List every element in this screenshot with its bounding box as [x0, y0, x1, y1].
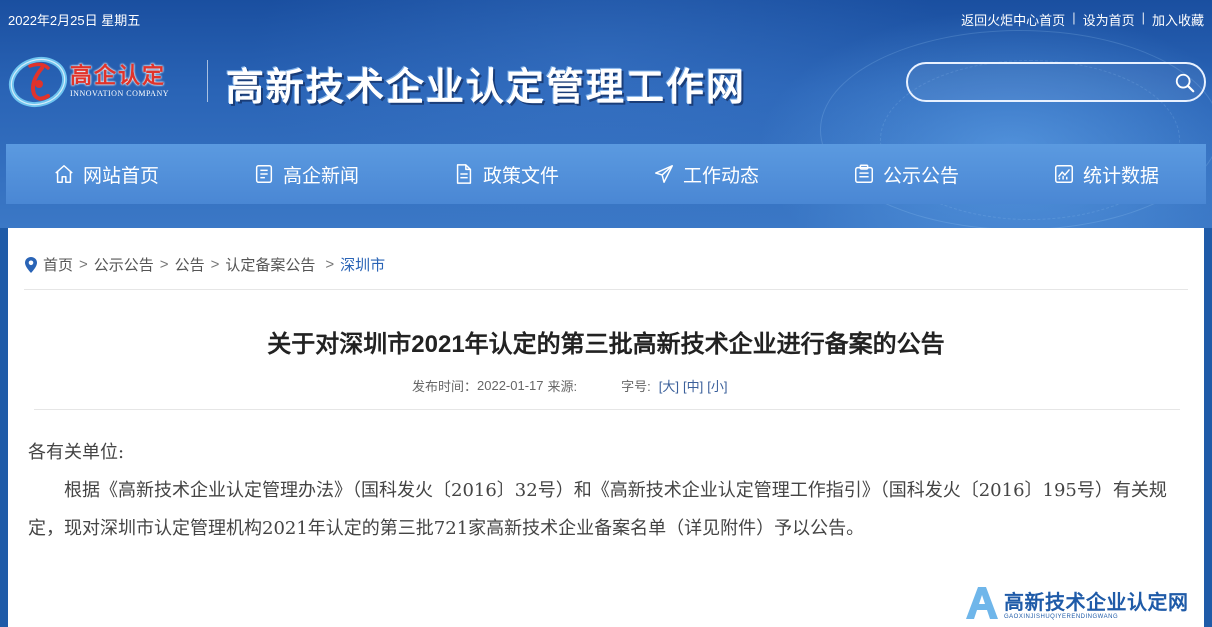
return-torch-center-link[interactable]: 返回火炬中心首页 [961, 10, 1065, 29]
nav-item-statistics[interactable]: 统计数据 [1006, 144, 1206, 204]
breadcrumb: 首页 > 公示公告 > 公告 > 认定备案公告 > 深圳市 [24, 254, 385, 275]
publish-label: 发布时间： [412, 379, 478, 394]
font-size-large-button[interactable]: [大] [659, 376, 679, 395]
site-header: 2022年2月25日 星期五 返回火炬中心首页 | 设为首页 | 加入收藏 高企… [0, 0, 1212, 228]
breadcrumb-separator: > [210, 256, 220, 273]
article-container: 首页 > 公示公告 > 公告 > 认定备案公告 > 深圳市 关于对深圳市2021… [8, 228, 1204, 627]
current-date: 2022年2月25日 星期五 [8, 13, 141, 28]
breadcrumb-announcements[interactable]: 公示公告 [94, 254, 154, 275]
logo-chinese-text: 高企认定 [70, 64, 167, 89]
breadcrumb-filing-notice[interactable]: 认定备案公告 [225, 254, 315, 275]
chart-icon [1055, 165, 1073, 183]
link-separator: | [1141, 10, 1145, 25]
article-salutation: 各有关单位: [28, 442, 125, 463]
logo-english-text: INNOVATION COMPANY [70, 89, 170, 98]
paper-plane-icon [655, 165, 673, 183]
nav-item-label: 政策文件 [482, 165, 559, 187]
document-icon [456, 164, 472, 184]
watermark-logo-icon [966, 586, 998, 619]
nav-item-label: 高企新闻 [282, 165, 359, 187]
search-icon[interactable] [1174, 72, 1196, 94]
add-favorite-link[interactable]: 加入收藏 [1152, 10, 1204, 29]
logo-divider [207, 60, 208, 102]
nav-item-label: 公示公告 [882, 165, 959, 187]
location-pin-icon [25, 256, 37, 273]
set-homepage-link[interactable]: 设为首页 [1083, 10, 1135, 29]
font-size-small-button[interactable]: [小] [707, 376, 727, 395]
news-icon [255, 165, 273, 183]
site-title: 高新技术企业认定管理工作网 [226, 64, 747, 109]
site-logo[interactable]: 高企认定 INNOVATION COMPANY [8, 52, 198, 110]
nav-item-policy[interactable]: 政策文件 [406, 144, 606, 204]
article-paragraph: 根据《高新技术企业认定管理办法》（国科发火〔2016〕32号）和《高新技术企业认… [28, 480, 1167, 539]
nav-item-label: 统计数据 [1082, 165, 1159, 187]
font-size-label: 字号: [621, 379, 651, 394]
home-icon [55, 165, 73, 183]
breadcrumb-notice[interactable]: 公告 [175, 254, 205, 275]
nav-item-news[interactable]: 高企新闻 [206, 144, 406, 204]
nav-item-work-updates[interactable]: 工作动态 [606, 144, 806, 204]
watermark-text: 高新技术企业认定网 GAOXINJISHUQIYERENDINGWANG [1004, 586, 1189, 620]
top-links: 返回火炬中心首页 | 设为首页 | 加入收藏 [961, 10, 1204, 29]
search-box [906, 62, 1206, 102]
nav-item-label: 工作动态 [682, 165, 759, 187]
article-body: 各有关单位: 根据《高新技术企业认定管理办法》（国科发火〔2016〕32号）和《… [28, 434, 1168, 548]
meta-divider [34, 409, 1180, 410]
breadcrumb-separator: > [159, 256, 169, 273]
source-label: 来源: [547, 379, 578, 394]
nav-item-label: 网站首页 [82, 165, 159, 187]
breadcrumb-divider [24, 289, 1188, 290]
breadcrumb-separator: > [79, 256, 88, 273]
font-size-medium-button[interactable]: [中] [683, 376, 703, 395]
breadcrumb-home[interactable]: 首页 [43, 254, 73, 275]
link-separator: | [1072, 10, 1076, 25]
nav-item-home[interactable]: 网站首页 [6, 144, 206, 204]
site-watermark: 高新技术企业认定网 GAOXINJISHUQIYERENDINGWANG [962, 578, 1212, 627]
breadcrumb-separator: > [325, 256, 335, 273]
search-input[interactable] [922, 70, 1162, 94]
clipboard-icon [855, 164, 873, 183]
publish-date: 2022-01-17 [477, 378, 544, 393]
breadcrumb-current-shenzhen[interactable]: 深圳市 [340, 254, 385, 275]
nav-item-announcements[interactable]: 公示公告 [806, 144, 1006, 204]
logo-swoosh-icon [8, 56, 68, 108]
article-meta: 发布时间： 2022-01-17 来源: 字号: [大] [中] [小] [412, 376, 727, 395]
watermark-chinese: 高新技术企业认定网 [1004, 589, 1189, 614]
article-title: 关于对深圳市2021年认定的第三批高新技术企业进行备案的公告 [267, 331, 945, 358]
main-navigation: 网站首页 高企新闻 政策文件 工作动态 公示公告 统计数据 [6, 144, 1206, 204]
watermark-english: GAOXINJISHUQIYERENDINGWANG [1004, 613, 1119, 620]
